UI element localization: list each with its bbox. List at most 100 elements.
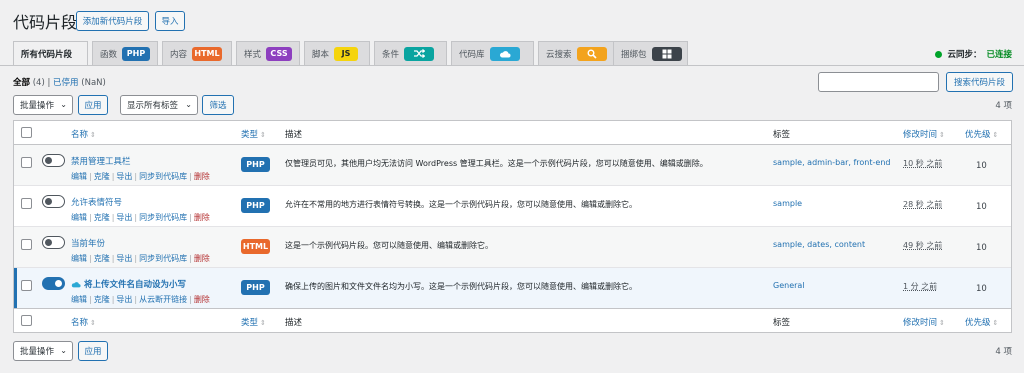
- column-priority-header[interactable]: 优先级 ⇕: [965, 128, 998, 140]
- sync-to-library-link[interactable]: 同步到代码库: [139, 213, 187, 222]
- import-button[interactable]: 导入: [155, 11, 185, 31]
- apply-button-bottom[interactable]: 应用: [78, 341, 108, 361]
- items-count: 4 项: [995, 101, 1012, 111]
- clone-link[interactable]: 克隆: [94, 295, 110, 304]
- column-type-header[interactable]: 类型 ⇕: [241, 128, 266, 140]
- row-actions: 编辑 | 克隆 | 导出 | 从云断开链接 | 删除: [71, 295, 210, 304]
- modified-time: 49 秒 之前: [903, 241, 943, 250]
- tab-conditions[interactable]: 条件: [374, 41, 447, 65]
- tab-scripts[interactable]: 脚本 JS: [304, 41, 370, 65]
- export-link[interactable]: 导出: [116, 213, 132, 222]
- page-title: 代码片段: [13, 13, 78, 32]
- tab-bundles[interactable]: 捆绑包: [613, 41, 688, 65]
- sync-label: 云同步：: [947, 50, 982, 60]
- apply-button[interactable]: 应用: [78, 95, 108, 115]
- tab-label: 脚本: [312, 49, 330, 60]
- bulk-actions-label: 批量操作: [20, 101, 55, 111]
- cloud-icon: [71, 281, 81, 287]
- clone-link[interactable]: 克隆: [94, 172, 110, 181]
- bulk-actions-select[interactable]: 批量操作 ⌄: [13, 95, 73, 115]
- priority-value: 10: [976, 161, 987, 171]
- tag-filter-select[interactable]: 显示所有标签 ⌄: [120, 95, 198, 115]
- cloud-sync-status: 云同步： 已连接: [935, 48, 1012, 60]
- activation-toggle[interactable]: [42, 236, 65, 249]
- export-link[interactable]: 导出: [116, 172, 132, 181]
- column-priority-footer[interactable]: 优先级 ⇕: [965, 316, 998, 328]
- activation-toggle[interactable]: [42, 195, 65, 208]
- chevron-down-icon: ⌄: [60, 346, 67, 355]
- filter-button[interactable]: 筛选: [202, 95, 234, 115]
- table-row: 将上传文件名自动设为小写 编辑 | 克隆 | 导出 | 从云断开链接 | 删除 PHP 确保上传…: [14, 268, 1011, 309]
- activation-toggle[interactable]: [42, 277, 65, 290]
- row-checkbox[interactable]: [21, 280, 32, 291]
- priority-value: 10: [976, 202, 987, 212]
- tab-label: 云搜索: [546, 49, 572, 60]
- column-description-footer: 描述: [285, 318, 303, 328]
- column-modified-header[interactable]: 修改时间 ⇕: [903, 128, 945, 140]
- status-dot-icon: [935, 50, 943, 58]
- delete-link[interactable]: 删除: [194, 295, 210, 304]
- table-row: 允许表情符号 编辑 | 克隆 | 导出 | 同步到代码库 | 删除 PHP 允许在不常用的地方进…: [14, 186, 1011, 227]
- tab-all-snippets[interactable]: 所有代码片段: [13, 41, 88, 66]
- tab-functions[interactable]: 函数 PHP: [92, 41, 158, 65]
- delete-link[interactable]: 删除: [194, 172, 210, 181]
- row-actions: 编辑 | 克隆 | 导出 | 同步到代码库 | 删除: [71, 254, 210, 263]
- snippet-description: 确保上传的图片和文件文件名均为小写。这是一个示例代码片段，您可以随意使用、编辑或…: [285, 282, 637, 291]
- edit-link[interactable]: 编辑: [71, 213, 87, 222]
- search-input[interactable]: [818, 72, 939, 92]
- snippet-name-link[interactable]: 当前年份: [71, 237, 105, 249]
- activation-toggle[interactable]: [42, 154, 65, 167]
- column-name-footer[interactable]: 名称 ⇕: [71, 316, 96, 328]
- sort-icon: ⇕: [260, 131, 266, 139]
- select-all-checkbox[interactable]: [21, 315, 32, 326]
- tab-content[interactable]: 内容 HTML: [162, 41, 232, 65]
- column-type-footer[interactable]: 类型 ⇕: [241, 316, 266, 328]
- snippet-name-link[interactable]: 允许表情符号: [71, 196, 122, 208]
- edit-link[interactable]: 编辑: [71, 254, 87, 263]
- php-badge: PHP: [122, 46, 151, 61]
- chevron-down-icon: ⌄: [60, 100, 67, 109]
- row-checkbox[interactable]: [21, 157, 32, 168]
- row-checkbox[interactable]: [21, 239, 32, 250]
- tab-label: 函数: [100, 49, 118, 60]
- tab-styles[interactable]: 样式 CSS: [236, 41, 300, 65]
- delete-link[interactable]: 删除: [194, 254, 210, 263]
- snippet-tags[interactable]: sample: [773, 199, 802, 208]
- column-modified-footer[interactable]: 修改时间 ⇕: [903, 316, 945, 328]
- export-link[interactable]: 导出: [116, 254, 132, 263]
- snippet-tags[interactable]: sample, admin-bar, front-end: [773, 158, 890, 167]
- edit-link[interactable]: 编辑: [71, 295, 87, 304]
- export-link[interactable]: 导出: [116, 295, 132, 304]
- tab-cloud-search[interactable]: 云搜索: [538, 41, 623, 65]
- row-checkbox[interactable]: [21, 198, 32, 209]
- items-count-bottom: 4 项: [995, 347, 1012, 357]
- clone-link[interactable]: 克隆: [94, 254, 110, 263]
- sync-to-library-link[interactable]: 同步到代码库: [139, 254, 187, 263]
- row-actions: 编辑 | 克隆 | 导出 | 同步到代码库 | 删除: [71, 172, 210, 181]
- snippet-name-link[interactable]: 禁用管理工具栏: [71, 155, 131, 167]
- table-row: 禁用管理工具栏 编辑 | 克隆 | 导出 | 同步到代码库 | 删除 PHP 仅管理员可见，其他…: [14, 145, 1011, 186]
- filter-all-link[interactable]: 全部: [13, 78, 30, 88]
- select-all-checkbox[interactable]: [21, 127, 32, 138]
- tab-divider: [0, 65, 1024, 66]
- js-badge: JS: [334, 46, 359, 61]
- column-name-header[interactable]: 名称 ⇕: [71, 128, 96, 140]
- unlink-from-cloud-link[interactable]: 从云断开链接: [139, 295, 187, 304]
- chevron-down-icon: ⌄: [185, 100, 192, 109]
- clone-link[interactable]: 克隆: [94, 213, 110, 222]
- priority-value: 10: [976, 284, 987, 294]
- search-icon: [576, 46, 607, 61]
- priority-value: 10: [976, 243, 987, 253]
- tab-label: 内容: [170, 49, 188, 60]
- add-new-snippet-button[interactable]: 添加新代码片段: [76, 11, 149, 31]
- sync-to-library-link[interactable]: 同步到代码库: [139, 172, 187, 181]
- snippet-tags[interactable]: General: [773, 281, 805, 290]
- bulk-actions-select-bottom[interactable]: 批量操作 ⌄: [13, 341, 73, 361]
- tab-library[interactable]: 代码库: [451, 41, 534, 65]
- edit-link[interactable]: 编辑: [71, 172, 87, 181]
- snippet-tags[interactable]: sample, dates, content: [773, 240, 865, 249]
- snippet-name-link[interactable]: 将上传文件名自动设为小写: [71, 278, 186, 290]
- delete-link[interactable]: 删除: [194, 213, 210, 222]
- search-snippets-button[interactable]: 搜索代码片段: [946, 72, 1013, 92]
- filter-inactive-link[interactable]: 已停用: [53, 78, 79, 88]
